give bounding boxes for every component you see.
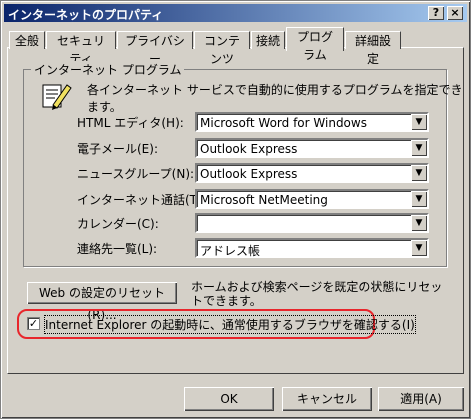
group-label: インターネット プログラム [31, 61, 185, 78]
title-bar[interactable]: インターネットのプロパティ ? × [4, 4, 467, 22]
email-value: Outlook Express [200, 142, 298, 156]
tab-security[interactable]: セキュリティ [46, 31, 116, 66]
help-button[interactable]: ? [428, 6, 444, 20]
calendar-label: カレンダー(C): [77, 217, 159, 231]
tab-advanced[interactable]: 詳細設定 [345, 31, 401, 66]
contacts-value: アドレス帳 [200, 244, 261, 258]
internet-call-select[interactable]: Microsoft NetMeeting ▼ [195, 189, 429, 209]
tab-programs[interactable]: プログラム [286, 27, 344, 62]
reset-description: ホームおよび検索ページを既定の状態にリセットできます。 [191, 280, 443, 308]
email-label: 電子メール(E): [77, 142, 158, 156]
newsgroup-select[interactable]: Outlook Express ▼ [195, 163, 429, 183]
document-pen-icon [42, 84, 72, 110]
chevron-down-icon[interactable]: ▼ [411, 165, 427, 181]
internet-call-value: Microsoft NetMeeting [200, 193, 328, 207]
chevron-down-icon[interactable]: ▼ [411, 114, 427, 130]
contacts-select[interactable]: アドレス帳 ▼ [195, 238, 429, 258]
chevron-down-icon[interactable]: ▼ [411, 240, 427, 256]
calendar-select[interactable]: ▼ [195, 213, 429, 233]
html-editor-label: HTML エディタ(H): [77, 116, 184, 130]
tab-connections[interactable]: 接続 [251, 31, 285, 49]
newsgroup-value: Outlook Express [200, 167, 298, 181]
chevron-down-icon[interactable]: ▼ [411, 140, 427, 156]
window-title: インターネットのプロパティ [8, 8, 164, 22]
html-editor-select[interactable]: Microsoft Word for Windows ▼ [195, 112, 429, 132]
cancel-button[interactable]: キャンセル [282, 387, 372, 411]
email-select[interactable]: Outlook Express ▼ [195, 138, 429, 158]
tab-general[interactable]: 全般 [9, 31, 45, 49]
ok-button[interactable]: OK [184, 387, 274, 411]
tab-contents[interactable]: コンテンツ [194, 31, 250, 66]
contacts-label: 連絡先一覧(L): [77, 242, 158, 256]
default-browser-checkbox[interactable]: ✓ [27, 317, 40, 330]
internet-call-label: インターネット通話(T): [77, 193, 206, 207]
newsgroup-label: ニュースグループ(N): [77, 167, 195, 181]
close-button[interactable]: × [447, 6, 463, 20]
reset-web-settings-button[interactable]: Web の設定のリセット(R)... [27, 282, 177, 322]
default-browser-label[interactable]: Internet Explorer の起動時に、通常使用するブラウザを確認する(… [44, 315, 416, 334]
tab-privacy[interactable]: プライバシー [117, 31, 193, 66]
group-description: 各インターネット サービスで自動的に使用するプログラムを指定できます。 [87, 83, 463, 114]
apply-button[interactable]: 適用(A) [378, 387, 464, 411]
chevron-down-icon[interactable]: ▼ [411, 215, 427, 231]
html-editor-value: Microsoft Word for Windows [200, 116, 367, 130]
properties-window: インターネットのプロパティ ? × 全般 セキュリティ プライバシー コンテンツ… [0, 0, 471, 419]
chevron-down-icon[interactable]: ▼ [411, 191, 427, 207]
